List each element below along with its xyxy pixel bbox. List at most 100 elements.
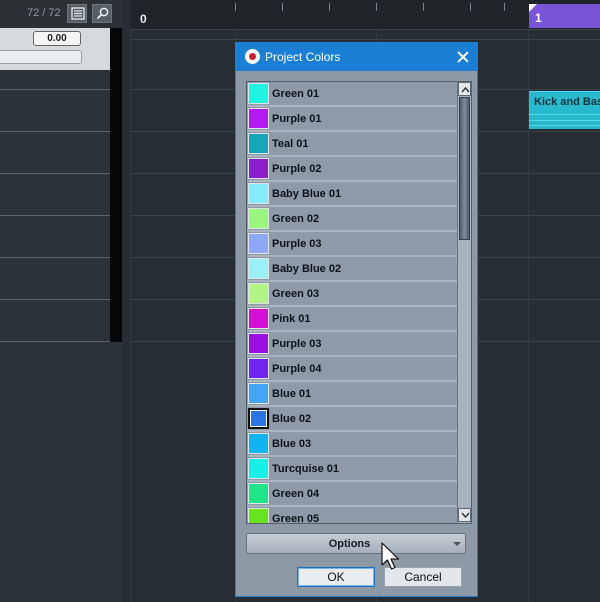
color-list-item[interactable]: Purple 01 [247, 107, 457, 132]
color-swatch[interactable] [248, 433, 269, 454]
color-name: Pink 01 [272, 313, 311, 325]
search-button[interactable] [92, 4, 112, 23]
color-list-item[interactable]: Purple 04 [247, 357, 457, 382]
scroll-up-button[interactable] [458, 82, 471, 96]
ruler-tick [376, 3, 377, 11]
audio-event[interactable]: Kick and Bass [529, 91, 600, 129]
waveform-line [529, 120, 600, 121]
ruler[interactable]: 0 1 [130, 0, 600, 30]
color-swatch[interactable] [248, 133, 269, 154]
ruler-tick [504, 3, 505, 11]
grid-row-line [130, 39, 600, 40]
color-swatch[interactable] [248, 183, 269, 204]
project-colors-dialog: Project Colors Green 01 Purple 01 Teal 01 P… [235, 42, 478, 597]
track-header[interactable]: 0.00 [0, 28, 110, 70]
track-slider[interactable] [0, 50, 82, 64]
list-view-button[interactable] [67, 4, 87, 23]
color-list-item[interactable]: Green 03 [247, 282, 457, 307]
color-swatch[interactable] [248, 208, 269, 229]
color-list-item[interactable]: Green 04 [247, 482, 457, 507]
color-list-item[interactable]: Green 05 [247, 507, 457, 523]
color-swatch[interactable] [248, 383, 269, 404]
color-swatch[interactable] [248, 333, 269, 354]
color-swatch[interactable] [248, 283, 269, 304]
ok-button[interactable]: OK [297, 567, 375, 587]
color-name: Purple 03 [272, 238, 322, 250]
options-label: Options [328, 538, 371, 550]
color-list[interactable]: Green 01 Purple 01 Teal 01 Purple 02 Baby Bl… [246, 81, 472, 524]
color-list-item[interactable]: Purple 03 [247, 332, 457, 357]
color-swatch[interactable] [248, 483, 269, 504]
color-swatch[interactable] [248, 83, 269, 104]
event-label: Kick and Bass [534, 96, 600, 108]
track-list-toolbar: 72 / 72 [0, 0, 122, 28]
scrollbar[interactable] [457, 82, 471, 523]
color-name: Green 03 [272, 288, 320, 300]
color-name: Baby Blue 02 [272, 263, 342, 275]
color-list-item[interactable]: Teal 01 [247, 132, 457, 157]
dialog-title: Project Colors [265, 50, 341, 64]
color-list-item[interactable]: Baby Blue 02 [247, 257, 457, 282]
options-dropdown[interactable]: Options [246, 533, 466, 554]
color-swatch[interactable] [248, 108, 269, 129]
color-name: Green 01 [272, 88, 320, 100]
list-icon [71, 7, 85, 20]
color-swatch[interactable] [248, 158, 269, 179]
cubase-app-icon [245, 49, 260, 64]
waveform-line [529, 125, 600, 126]
waveform-line [529, 114, 600, 115]
color-list-item[interactable]: Turcquise 01 [247, 457, 457, 482]
dialog-titlebar[interactable]: Project Colors [236, 43, 477, 71]
track-divider-strip [110, 28, 122, 342]
color-swatch[interactable] [248, 458, 269, 479]
ruler-tick [423, 3, 424, 11]
color-name: Blue 02 [272, 413, 312, 425]
color-name: Purple 02 [272, 163, 322, 175]
color-name: Purple 04 [272, 363, 322, 375]
track-row-separator [0, 131, 110, 132]
track-row-separator [0, 89, 110, 90]
color-list-item[interactable]: Blue 02 [247, 407, 457, 432]
ruler-start-label: 0 [140, 12, 147, 26]
color-swatch[interactable] [248, 408, 269, 429]
color-list-item[interactable]: Blue 01 [247, 382, 457, 407]
search-icon [96, 7, 109, 20]
color-swatch[interactable] [248, 508, 269, 523]
track-row-separator [0, 215, 110, 216]
color-list-item[interactable]: Baby Blue 01 [247, 182, 457, 207]
chevron-up-icon [461, 86, 470, 93]
color-list-item[interactable]: Green 02 [247, 207, 457, 232]
ruler-tick [470, 3, 471, 11]
track-row-separator [0, 173, 110, 174]
color-name: Blue 01 [272, 388, 312, 400]
color-list-item[interactable]: Purple 02 [247, 157, 457, 182]
color-name: Green 02 [272, 213, 320, 225]
close-icon[interactable] [455, 49, 471, 65]
color-swatch[interactable] [248, 358, 269, 379]
track-row-separator [0, 257, 110, 258]
color-name: Turcquise 01 [272, 463, 340, 475]
track-value-field[interactable]: 0.00 [33, 31, 81, 46]
color-swatch[interactable] [248, 258, 269, 279]
color-list-item[interactable]: Purple 03 [247, 232, 457, 257]
mouse-cursor-icon [381, 542, 400, 570]
color-name: Teal 01 [272, 138, 309, 150]
ruler-tick [329, 3, 330, 11]
scroll-thumb[interactable] [459, 97, 470, 240]
color-list-item[interactable]: Green 01 [247, 82, 457, 107]
scroll-down-button[interactable] [458, 508, 471, 522]
color-name: Green 05 [272, 513, 320, 523]
color-swatch[interactable] [248, 308, 269, 329]
color-name: Purple 03 [272, 338, 322, 350]
color-name: Blue 03 [272, 438, 312, 450]
color-list-item[interactable]: Blue 03 [247, 432, 457, 457]
grid-line [130, 30, 131, 602]
color-name: Purple 01 [272, 113, 322, 125]
track-row-separator [0, 299, 110, 300]
ruler-tick [282, 3, 283, 11]
track-count: 72 / 72 [27, 7, 61, 19]
color-list-item[interactable]: Pink 01 [247, 307, 457, 332]
color-swatch[interactable] [248, 233, 269, 254]
cycle-marker[interactable]: 1 [529, 4, 600, 28]
chevron-down-icon [461, 512, 470, 519]
